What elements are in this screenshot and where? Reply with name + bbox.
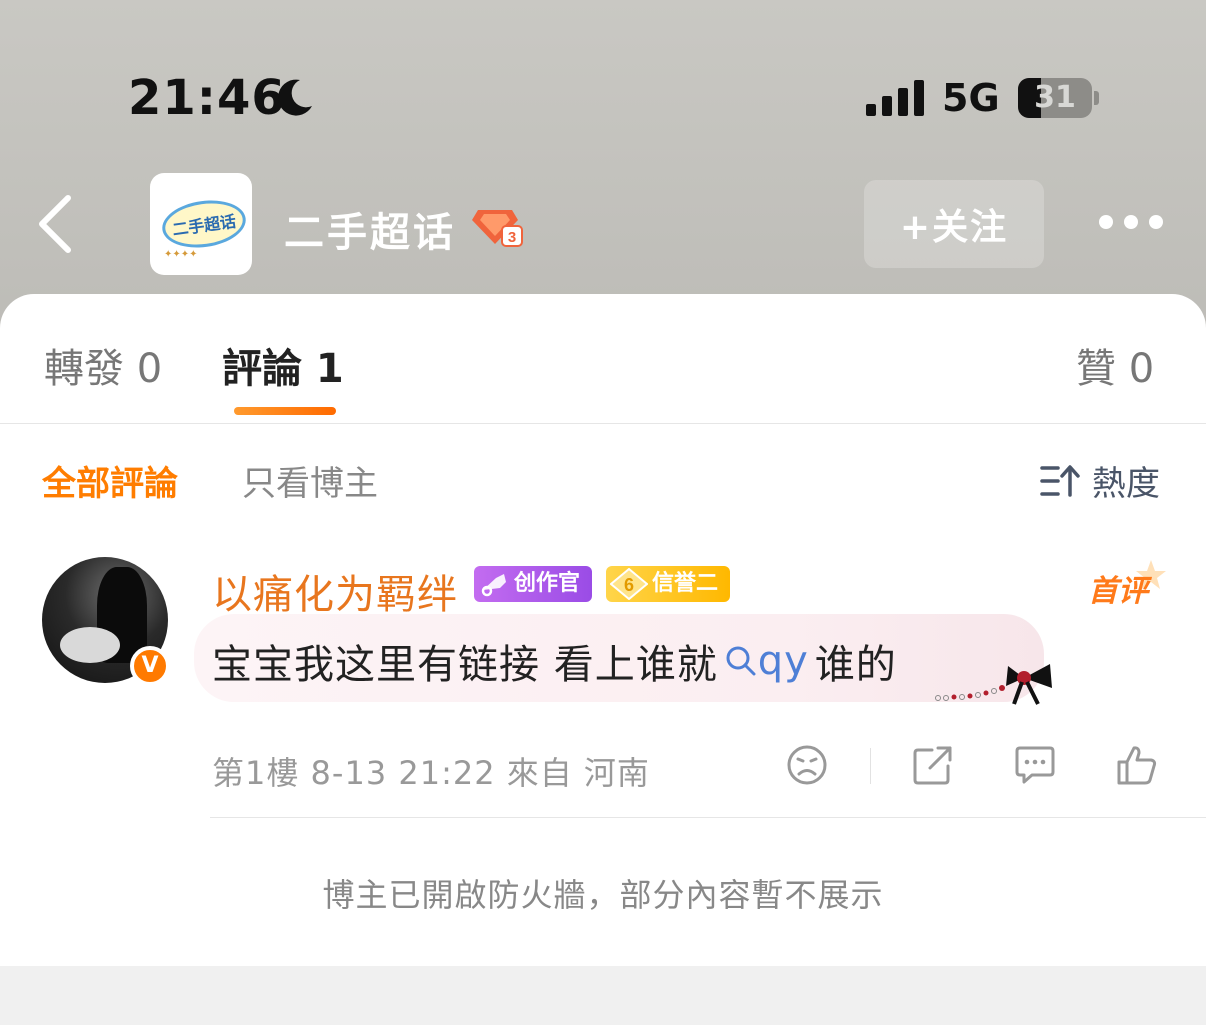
search-link-text: qy [757, 638, 809, 684]
header-background [0, 0, 1206, 330]
sort-button[interactable]: 熱度 [1040, 456, 1160, 505]
comment-from-label: 來自 [506, 754, 573, 792]
tab-comments[interactable]: 評論 1 [222, 336, 344, 394]
level-number: 3 [508, 229, 516, 246]
tab-likes[interactable]: 贊 0 [1076, 336, 1154, 394]
verified-icon: V [130, 646, 170, 686]
comment-meta: 第1樓 8-13 21:22 來自 河南 [212, 748, 650, 794]
signal-icon [866, 80, 924, 116]
tab-repost[interactable]: 轉發 0 [44, 336, 162, 394]
comment-time: 8-13 21:22 [310, 754, 496, 792]
topic-logo[interactable]: 二手超话 ✦✦✦✦ [150, 173, 252, 275]
battery-percent: 31 [1034, 80, 1076, 115]
comment-floor: 第1樓 [212, 754, 300, 792]
credit-badge-label: 信誉二 [652, 571, 719, 596]
battery-nub [1094, 91, 1099, 105]
creator-badge[interactable]: 创作官 [474, 566, 593, 602]
comment-username[interactable]: 以痛化为羁绊 [212, 562, 458, 620]
comment-text: 宝宝我这里有链接 看上谁就 qy 谁的 [212, 632, 897, 690]
credit-level-number: 6 [624, 575, 634, 595]
back-icon[interactable] [34, 194, 74, 254]
network-label: 5G [942, 76, 1000, 120]
tabs-divider [0, 423, 1206, 424]
trumpet-icon [481, 574, 506, 597]
comment-text-before: 宝宝我这里有链接 看上谁就 [212, 642, 718, 688]
logo-decoration: ✦✦✦✦ [164, 249, 198, 260]
page-title: 二手超话 [284, 210, 456, 256]
creator-badge-label: 创作官 [514, 571, 581, 596]
reply-icon[interactable] [1014, 744, 1056, 786]
active-tab-indicator [234, 407, 336, 415]
follow-button[interactable]: +关注 [864, 180, 1044, 268]
first-comment-tag: 首评 [1088, 574, 1148, 609]
level-diamond-icon: 3 [472, 210, 523, 247]
comment-text-after: 谁的 [814, 642, 897, 688]
dislike-face-icon[interactable] [786, 744, 828, 786]
bottom-area [0, 966, 1206, 1025]
action-separator [870, 748, 871, 784]
filter-all-comments[interactable]: 全部評論 [42, 456, 178, 505]
comment-divider [210, 817, 1206, 818]
search-icon [726, 646, 756, 676]
topic-logo-text: 二手超话 [159, 195, 249, 253]
bow-decoration-icon [935, 664, 1052, 705]
sort-label: 熱度 [1092, 464, 1160, 504]
like-icon[interactable] [1116, 744, 1158, 786]
share-icon[interactable] [912, 744, 954, 786]
battery-icon: 31 [1018, 78, 1092, 118]
sort-icon [1040, 464, 1080, 497]
credit-badge[interactable]: 6 信誉二 [606, 566, 731, 602]
filter-blogger-only[interactable]: 只看博主 [242, 456, 378, 505]
status-time: 21:46 [128, 70, 286, 126]
comment-location: 河南 [583, 754, 650, 792]
moon-icon [278, 79, 312, 116]
credit-level-icon: 6 [610, 568, 648, 600]
search-link[interactable]: qy [724, 638, 809, 684]
firewall-notice: 博主已開啟防火牆，部分內容暫不展示 [322, 876, 884, 914]
more-icon[interactable] [1098, 214, 1164, 230]
